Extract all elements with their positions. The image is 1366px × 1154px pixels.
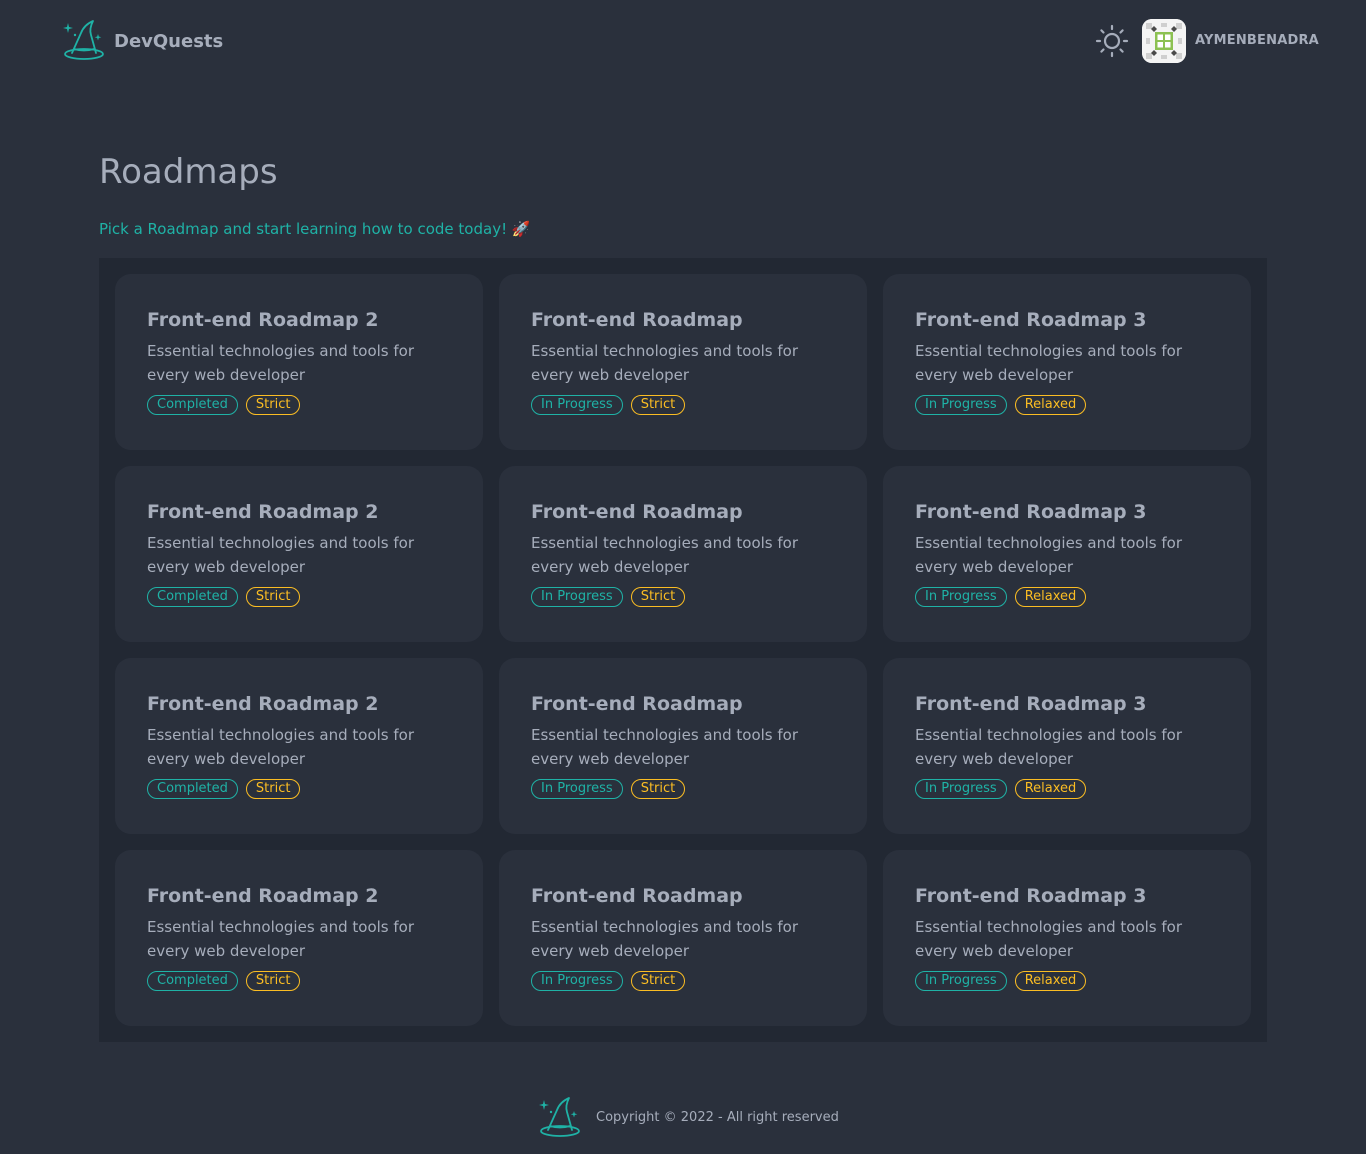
roadmap-card-description: Essential technologies and tools for eve… (915, 918, 1183, 960)
status-badge: In Progress (915, 395, 1007, 415)
roadmap-grid: Front-end Roadmap 2 Essential technologi… (115, 274, 1251, 1026)
mode-badge: Relaxed (1014, 395, 1087, 415)
mode-badge: Strict (245, 779, 301, 799)
roadmap-card-description: Essential technologies and tools for eve… (147, 534, 415, 576)
copyright-text: Copyright © 2022 - All right reserved (596, 1110, 839, 1125)
wizard-hat-icon (62, 19, 106, 63)
roadmap-card[interactable]: Front-end Roadmap 3 Essential technologi… (883, 274, 1251, 450)
page-subtitle: Pick a Roadmap and start learning how to… (99, 220, 531, 238)
status-badge: Completed (147, 587, 238, 607)
roadmap-card[interactable]: Front-end Roadmap 2 Essential technologi… (115, 466, 483, 642)
roadmap-card-description: Essential technologies and tools for eve… (531, 918, 799, 960)
roadmap-card-badges: In Progress Strict (531, 779, 835, 799)
roadmap-card[interactable]: Front-end Roadmap 2 Essential technologi… (115, 274, 483, 450)
roadmap-card-title: Front-end Roadmap 2 (147, 501, 379, 523)
roadmap-card-description: Essential technologies and tools for eve… (147, 726, 415, 768)
mode-badge: Strict (245, 587, 301, 607)
roadmap-card[interactable]: Front-end Roadmap Essential technologies… (499, 466, 867, 642)
wizard-hat-icon (538, 1096, 582, 1144)
status-badge: Completed (147, 779, 238, 799)
roadmap-card-description: Essential technologies and tools for eve… (915, 342, 1183, 384)
status-badge: In Progress (531, 779, 623, 799)
roadmap-card-badges: In Progress Strict (531, 395, 835, 415)
theme-toggle-button[interactable] (1094, 23, 1130, 59)
roadmap-card-title: Front-end Roadmap (531, 693, 743, 715)
roadmap-card-title: Front-end Roadmap 3 (915, 693, 1147, 715)
roadmap-card-badges: Completed Strict (147, 395, 451, 415)
roadmap-card-badges: Completed Strict (147, 971, 451, 991)
roadmap-card-title: Front-end Roadmap 2 (147, 309, 379, 331)
mode-badge: Strict (245, 395, 301, 415)
username-label[interactable]: AYMENBENADRA (1195, 33, 1319, 48)
roadmap-card-title: Front-end Roadmap (531, 885, 743, 907)
roadmap-card[interactable]: Front-end Roadmap 3 Essential technologi… (883, 658, 1251, 834)
roadmap-card-badges: Completed Strict (147, 779, 451, 799)
subtitle-text: Pick a Roadmap and start learning how to… (99, 220, 508, 238)
roadmap-card-description: Essential technologies and tools for eve… (147, 918, 415, 960)
mode-badge: Relaxed (1014, 779, 1087, 799)
mode-badge: Strict (630, 779, 686, 799)
roadmap-card-description: Essential technologies and tools for eve… (147, 342, 415, 384)
status-badge: In Progress (915, 971, 1007, 991)
roadmap-card-description: Essential technologies and tools for eve… (531, 534, 799, 576)
status-badge: In Progress (915, 779, 1007, 799)
roadmap-card-title: Front-end Roadmap (531, 309, 743, 331)
status-badge: Completed (147, 971, 238, 991)
status-badge: In Progress (531, 395, 623, 415)
roadmap-card[interactable]: Front-end Roadmap 3 Essential technologi… (883, 466, 1251, 642)
roadmap-card-description: Essential technologies and tools for eve… (915, 534, 1183, 576)
mode-badge: Strict (630, 395, 686, 415)
roadmap-card-description: Essential technologies and tools for eve… (531, 726, 799, 768)
roadmap-card-badges: Completed Strict (147, 587, 451, 607)
sun-icon (1094, 24, 1130, 63)
navbar: DevQuests AYMENBENADRA (0, 0, 1366, 84)
status-badge: In Progress (915, 587, 1007, 607)
roadmap-card-badges: In Progress Relaxed (915, 971, 1219, 991)
roadmap-card-badges: In Progress Relaxed (915, 779, 1219, 799)
status-badge: Completed (147, 395, 238, 415)
roadmap-card[interactable]: Front-end Roadmap Essential technologies… (499, 658, 867, 834)
roadmap-card-badges: In Progress Strict (531, 587, 835, 607)
roadmaps-panel: Front-end Roadmap 2 Essential technologi… (99, 258, 1267, 1042)
roadmap-card-description: Essential technologies and tools for eve… (915, 726, 1183, 768)
roadmap-card-description: Essential technologies and tools for eve… (531, 342, 799, 384)
roadmap-card[interactable]: Front-end Roadmap 3 Essential technologi… (883, 850, 1251, 1026)
roadmap-card[interactable]: Front-end Roadmap 2 Essential technologi… (115, 658, 483, 834)
mode-badge: Strict (630, 971, 686, 991)
mode-badge: Relaxed (1014, 971, 1087, 991)
roadmap-card-title: Front-end Roadmap 3 (915, 501, 1147, 523)
roadmap-card[interactable]: Front-end Roadmap Essential technologies… (499, 274, 867, 450)
footer: Copyright © 2022 - All right reserved (0, 1090, 1366, 1146)
mode-badge: Relaxed (1014, 587, 1087, 607)
roadmap-card-badges: In Progress Relaxed (915, 587, 1219, 607)
brand-link[interactable]: DevQuests (62, 19, 223, 63)
roadmap-card-badges: In Progress Relaxed (915, 395, 1219, 415)
status-badge: In Progress (531, 971, 623, 991)
rocket-icon: 🚀 (511, 220, 531, 238)
roadmap-card-title: Front-end Roadmap 3 (915, 885, 1147, 907)
roadmap-card-title: Front-end Roadmap 2 (147, 885, 379, 907)
roadmap-card-title: Front-end Roadmap 2 (147, 693, 379, 715)
roadmap-card-title: Front-end Roadmap 3 (915, 309, 1147, 331)
roadmap-card[interactable]: Front-end Roadmap 2 Essential technologi… (115, 850, 483, 1026)
mode-badge: Strict (245, 971, 301, 991)
user-avatar[interactable] (1142, 19, 1186, 63)
brand-name: DevQuests (114, 30, 224, 52)
roadmap-card-title: Front-end Roadmap (531, 501, 743, 523)
status-badge: In Progress (531, 587, 623, 607)
page-title: Roadmaps (99, 152, 278, 192)
roadmap-card-badges: In Progress Strict (531, 971, 835, 991)
roadmap-card[interactable]: Front-end Roadmap Essential technologies… (499, 850, 867, 1026)
mode-badge: Strict (630, 587, 686, 607)
